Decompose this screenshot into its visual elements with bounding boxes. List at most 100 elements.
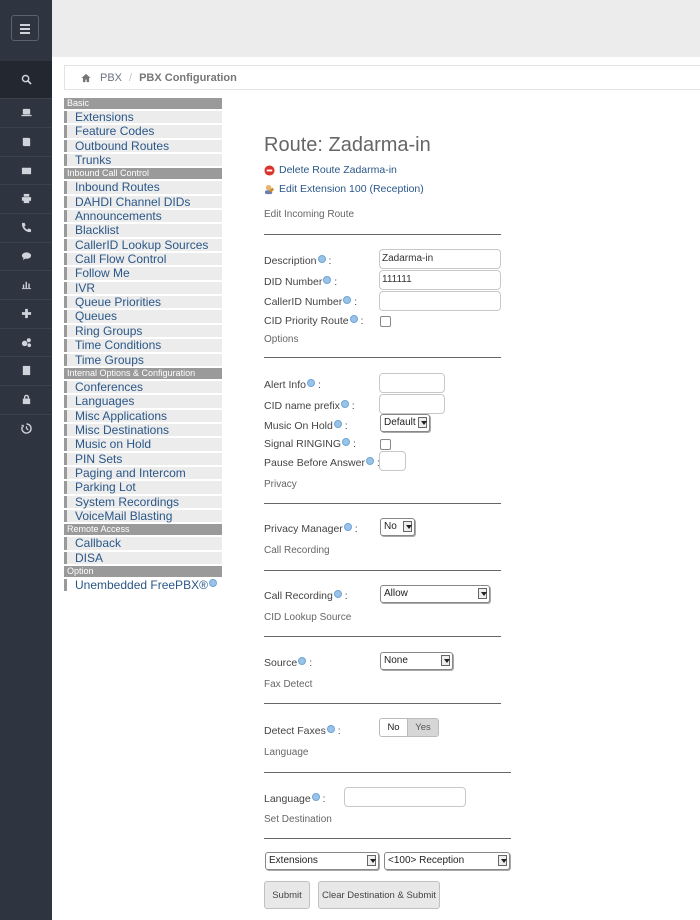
plus-icon[interactable]: [0, 299, 52, 327]
history-icon[interactable]: [0, 414, 52, 442]
nav-item-conferences[interactable]: Conferences: [64, 379, 222, 394]
help-icon[interactable]: [307, 379, 316, 387]
destination-target-select[interactable]: <100> Reception: [384, 852, 510, 870]
help-icon[interactable]: [343, 296, 352, 304]
cid-name-prefix-field[interactable]: [379, 394, 445, 414]
print-icon[interactable]: [0, 184, 52, 212]
section-options: Options: [264, 334, 299, 345]
nav-item-time-groups[interactable]: Time Groups: [64, 353, 222, 366]
laptop-icon[interactable]: [0, 98, 52, 126]
chart-icon[interactable]: [0, 270, 52, 298]
search-icon[interactable]: [0, 61, 52, 98]
cogs-icon[interactable]: [0, 328, 52, 356]
nav-item-callback[interactable]: Callback: [64, 537, 222, 550]
nav-item-music-on-hold[interactable]: Music on Hold: [64, 438, 222, 451]
submit-button[interactable]: Submit: [264, 881, 310, 909]
nav-item-feature-codes[interactable]: Feature Codes: [64, 125, 222, 138]
nav-item-ring-groups[interactable]: Ring Groups: [64, 324, 222, 338]
nav-item-label: DISA: [75, 550, 104, 565]
help-icon[interactable]: [323, 276, 332, 284]
pause-before-answer-field[interactable]: [379, 451, 406, 471]
phone-icon[interactable]: [0, 213, 52, 241]
nav-item-paging-and-intercom[interactable]: Paging and Intercom: [64, 466, 222, 480]
chevron-down-icon: [367, 855, 376, 866]
divider: [264, 772, 511, 773]
breadcrumb-pbx[interactable]: PBX: [100, 72, 122, 84]
nav-item-voicemail-blasting[interactable]: VoiceMail Blasting: [64, 509, 222, 523]
home-icon[interactable]: [81, 73, 91, 83]
help-icon[interactable]: [208, 578, 217, 587]
nav-item-queue-priorities[interactable]: Queue Priorities: [64, 296, 222, 309]
book-icon[interactable]: [0, 127, 52, 155]
comments-icon[interactable]: [0, 242, 52, 270]
nav-item-system-recordings[interactable]: System Recordings: [64, 495, 222, 508]
envelope-icon[interactable]: [0, 156, 52, 184]
edit-extension-link[interactable]: Edit Extension 100 (Reception): [264, 183, 424, 195]
nav-item-ivr[interactable]: IVR: [64, 281, 222, 295]
menu-icon[interactable]: [11, 15, 39, 41]
callerid-number-label: CallerID Number :: [264, 296, 358, 308]
destination-type-select[interactable]: Extensions: [265, 852, 379, 870]
delete-route-link[interactable]: Delete Route Zadarma-in: [264, 164, 397, 176]
nav-item-call-flow-control[interactable]: Call Flow Control: [64, 253, 222, 266]
nav-item-inbound-routes[interactable]: Inbound Routes: [64, 181, 222, 194]
help-icon[interactable]: [333, 590, 342, 598]
privacy-manager-select[interactable]: No: [380, 518, 415, 536]
source-select[interactable]: None: [380, 652, 453, 670]
nav-item-follow-me[interactable]: Follow Me: [64, 267, 222, 280]
nav-item-unembedded-freepbx[interactable]: Unembedded FreePBX®: [64, 578, 222, 592]
signal-ringing-checkbox[interactable]: [380, 439, 391, 450]
nav-item-outbound-routes[interactable]: Outbound Routes: [64, 139, 222, 153]
breadcrumb-current: PBX Configuration: [139, 71, 237, 84]
alert-info-field[interactable]: [379, 373, 445, 393]
pause-before-answer-label: Pause Before Answer :: [264, 457, 380, 469]
help-icon[interactable]: [298, 657, 307, 665]
lock-icon[interactable]: [0, 385, 52, 413]
nav-item-label: Trunks: [75, 153, 112, 168]
nav-item-queues[interactable]: Queues: [64, 310, 222, 323]
cid-priority-route-checkbox[interactable]: [380, 316, 391, 327]
cid-priority-route-label: CID Priority Route :: [264, 315, 364, 327]
help-icon[interactable]: [317, 255, 326, 263]
nav-item-languages[interactable]: Languages: [64, 395, 222, 408]
detect-faxes-toggle[interactable]: No Yes: [379, 718, 439, 737]
cid-name-prefix-label: CID name prefix :: [264, 400, 355, 412]
nav-item-misc-destinations[interactable]: Misc Destinations: [64, 422, 222, 437]
building-icon[interactable]: [0, 356, 52, 384]
help-icon[interactable]: [365, 457, 374, 465]
nav-item-time-conditions[interactable]: Time Conditions: [64, 339, 222, 352]
nav-item-trunks[interactable]: Trunks: [64, 153, 222, 168]
help-icon[interactable]: [342, 438, 351, 446]
help-icon[interactable]: [311, 793, 320, 801]
nav-item-disa[interactable]: DISA: [64, 550, 222, 565]
help-icon[interactable]: [349, 315, 358, 323]
chevron-down-icon: [478, 588, 487, 599]
detect-faxes-yes[interactable]: Yes: [407, 719, 438, 736]
music-on-hold-select[interactable]: Default: [380, 414, 430, 432]
nav-item-misc-applications[interactable]: Misc Applications: [64, 409, 222, 422]
nav-section-header: Internal Options & Configuration: [64, 367, 222, 379]
help-icon[interactable]: [343, 523, 352, 531]
nav-item-parking-lot[interactable]: Parking Lot: [64, 481, 222, 494]
did-number-field[interactable]: 111111: [379, 270, 501, 290]
nav-item-label: Misc Destinations: [75, 422, 170, 437]
chevron-down-icon: [403, 521, 412, 532]
divider: [264, 503, 501, 504]
nav-item-pin-sets[interactable]: PIN Sets: [64, 452, 222, 465]
help-icon[interactable]: [340, 400, 349, 408]
language-field[interactable]: [344, 787, 466, 807]
nav-item-announcements[interactable]: Announcements: [64, 210, 222, 223]
call-recording-select[interactable]: Allow: [380, 585, 490, 603]
callerid-number-field[interactable]: [379, 291, 501, 311]
nav-item-label: Conferences: [75, 379, 144, 394]
detect-faxes-no[interactable]: No: [380, 719, 408, 736]
description-label: Description :: [264, 255, 332, 267]
clear-destination-submit-button[interactable]: Clear Destination & Submit: [318, 881, 440, 909]
nav-item-extensions[interactable]: Extensions: [64, 111, 222, 124]
nav-item-dahdi-channel-dids[interactable]: DAHDI Channel DIDs: [64, 195, 222, 209]
nav-item-callerid-lookup-sources[interactable]: CallerID Lookup Sources: [64, 238, 222, 252]
help-icon[interactable]: [333, 420, 342, 428]
description-field[interactable]: Zadarma-in: [379, 249, 501, 269]
help-icon[interactable]: [326, 725, 335, 733]
nav-item-blacklist[interactable]: Blacklist: [64, 224, 222, 237]
